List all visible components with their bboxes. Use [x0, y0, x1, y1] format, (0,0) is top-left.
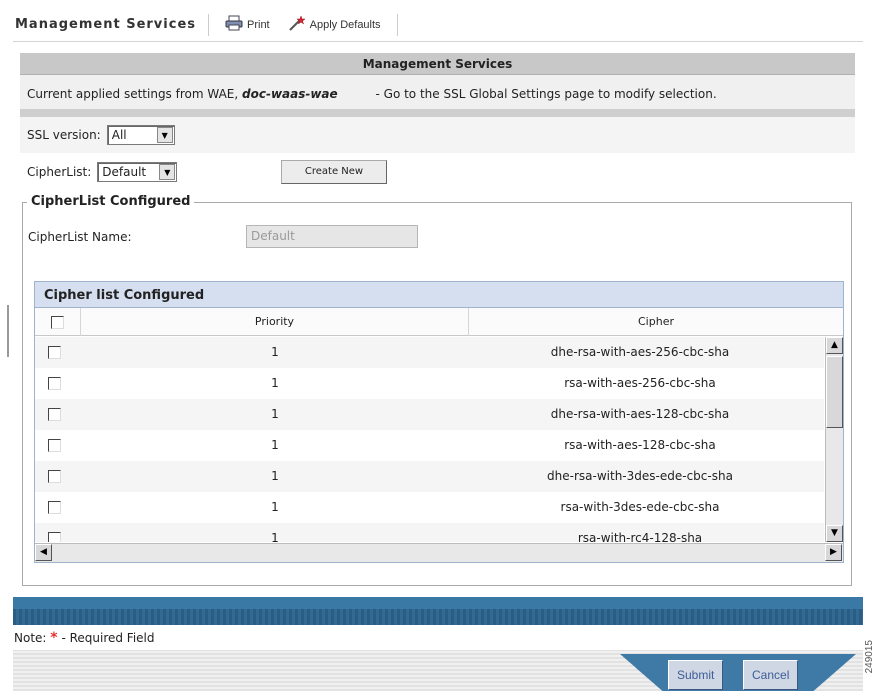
- table-row: 1 rsa-with-rc4-128-sha: [35, 523, 824, 542]
- chevron-down-icon[interactable]: ▼: [159, 164, 176, 180]
- row-checkbox[interactable]: [48, 377, 61, 390]
- ssl-version-select[interactable]: All ▼: [106, 125, 175, 145]
- table-row: 1 dhe-rsa-with-aes-128-cbc-sha: [35, 399, 824, 430]
- row-checkbox[interactable]: [48, 408, 61, 421]
- left-edge: [0, 0, 10, 691]
- toolbar: Management Services Print Apply Defaults: [13, 8, 863, 42]
- cipherlist-name-input: Default: [246, 225, 418, 248]
- create-new-button[interactable]: Create New: [281, 160, 387, 184]
- table-row: 1 rsa-with-aes-128-cbc-sha: [35, 430, 824, 461]
- chevron-down-icon[interactable]: ▼: [156, 127, 173, 143]
- note-text: - Required Field: [61, 631, 155, 645]
- cipherlist-value: Default: [102, 165, 147, 179]
- priority-cell: 1: [271, 438, 279, 452]
- ssl-version-label: SSL version:: [27, 128, 101, 142]
- cipher-table-header: Priority Cipher: [35, 308, 843, 336]
- current-settings-row: Current applied settings from WAE, doc-w…: [20, 75, 855, 109]
- section-header: Management Services: [20, 53, 855, 75]
- print-button[interactable]: Print: [221, 13, 274, 36]
- footer-bar-highlight: [13, 597, 863, 609]
- apply-defaults-label: Apply Defaults: [309, 18, 381, 31]
- page-title: Management Services: [15, 17, 196, 32]
- table-row: 1 dhe-rsa-with-3des-ede-cbc-sha: [35, 461, 824, 492]
- priority-cell: 1: [271, 531, 279, 542]
- select-all-cell: [35, 308, 81, 336]
- column-header-cipher[interactable]: Cipher: [469, 308, 843, 336]
- row-checkbox[interactable]: [48, 532, 61, 542]
- cipher-cell: dhe-rsa-with-aes-256-cbc-sha: [550, 345, 730, 359]
- ssl-version-value: All: [111, 128, 127, 142]
- cipherlist-name-label: CipherList Name:: [28, 230, 132, 244]
- current-wae-host: doc-waas-wae: [242, 87, 338, 101]
- current-settings-prefix: Current applied settings from WAE,: [27, 87, 239, 101]
- table-row: 1 rsa-with-aes-256-cbc-sha: [35, 368, 824, 399]
- cipher-table-body: 1 dhe-rsa-with-aes-256-cbc-sha 1 rsa-wit…: [35, 337, 824, 542]
- priority-cell: 1: [271, 345, 279, 359]
- horizontal-scrollbar[interactable]: ◀ ▶: [35, 543, 843, 562]
- cipher-table-title: Cipher list Configured: [35, 282, 843, 308]
- apply-defaults-button[interactable]: Apply Defaults: [284, 13, 385, 36]
- arrow-right-icon[interactable]: ▶: [825, 544, 842, 561]
- required-note: Note: * - Required Field: [14, 630, 155, 646]
- cipher-cell: rsa-with-rc4-128-sha: [577, 531, 703, 542]
- arrow-down-icon[interactable]: ▼: [826, 525, 843, 542]
- priority-cell: 1: [271, 500, 279, 514]
- ssl-version-row: SSL version: All ▼: [20, 117, 855, 153]
- row-checkbox[interactable]: [48, 470, 61, 483]
- cipherlist-select[interactable]: Default ▼: [97, 162, 178, 182]
- note-prefix: Note:: [14, 631, 47, 645]
- cipher-cell: rsa-with-3des-ede-cbc-sha: [560, 500, 720, 514]
- cipher-table: Cipher list Configured Priority Cipher 1…: [34, 281, 844, 563]
- cipherlist-row: CipherList: Default ▼: [27, 160, 178, 184]
- cipher-cell: dhe-rsa-with-3des-ede-cbc-sha: [547, 469, 733, 483]
- divider: [20, 109, 855, 117]
- column-header-priority[interactable]: Priority: [81, 308, 469, 336]
- cancel-button[interactable]: Cancel: [743, 660, 799, 690]
- toolbar-divider: [396, 13, 398, 36]
- priority-cell: 1: [271, 376, 279, 390]
- select-all-checkbox[interactable]: [51, 315, 64, 329]
- toolbar-divider: [208, 13, 209, 36]
- row-checkbox[interactable]: [48, 501, 61, 514]
- table-row: 1 rsa-with-3des-ede-cbc-sha: [35, 492, 824, 523]
- wand-icon: [288, 15, 306, 34]
- arrow-up-icon[interactable]: ▲: [826, 337, 843, 354]
- left-edge-marker: [7, 305, 9, 357]
- printer-icon: [225, 15, 243, 34]
- cipherlist-label: CipherList:: [27, 165, 92, 179]
- cipher-cell: rsa-with-aes-256-cbc-sha: [564, 376, 716, 390]
- row-checkbox[interactable]: [48, 346, 61, 359]
- arrow-left-icon[interactable]: ◀: [35, 544, 52, 561]
- required-star: *: [50, 630, 58, 646]
- footer-bar: [13, 597, 863, 625]
- vertical-scrollbar[interactable]: ▲ ▼: [825, 337, 843, 542]
- vertical-scroll-thumb[interactable]: [826, 356, 843, 428]
- cipher-cell: rsa-with-aes-128-cbc-sha: [564, 438, 716, 452]
- cipher-cell: dhe-rsa-with-aes-128-cbc-sha: [550, 407, 730, 421]
- submit-button[interactable]: Submit: [668, 660, 724, 690]
- priority-cell: 1: [271, 407, 279, 421]
- priority-cell: 1: [271, 469, 279, 483]
- cipherlist-configured-legend: CipherList Configured: [27, 194, 195, 209]
- current-settings-suffix: - Go to the SSL Global Settings page to …: [375, 87, 717, 101]
- table-row: 1 dhe-rsa-with-aes-256-cbc-sha: [35, 337, 824, 368]
- row-checkbox[interactable]: [48, 439, 61, 452]
- print-label: Print: [247, 18, 270, 31]
- figure-id: 249015: [864, 640, 875, 674]
